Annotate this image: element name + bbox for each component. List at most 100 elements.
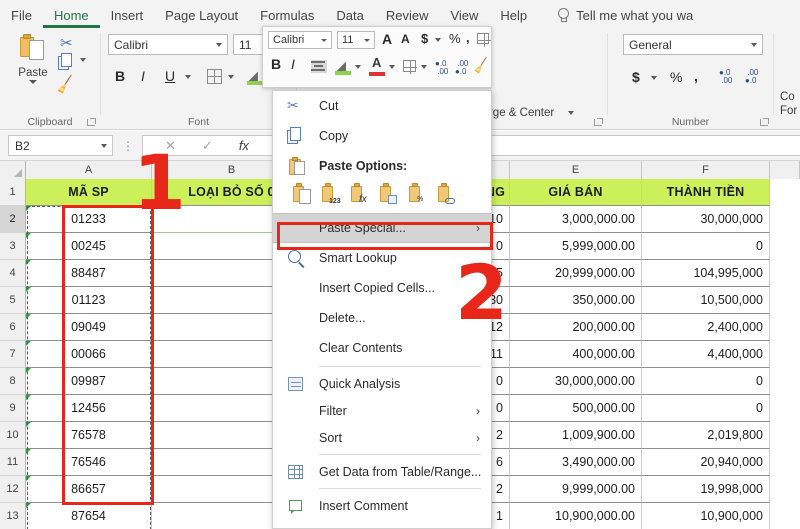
tab-review[interactable]: Review: [375, 6, 440, 28]
chevron-down-icon[interactable]: [364, 39, 370, 42]
bold-button[interactable]: B: [115, 68, 125, 84]
cell-E2[interactable]: 3,000,000.00: [510, 206, 642, 233]
mini-shrink-font-button[interactable]: A: [401, 32, 410, 46]
cell-F6[interactable]: 2,400,000: [642, 314, 770, 341]
tab-help[interactable]: Help: [489, 6, 538, 28]
cell-E10[interactable]: 1,009,900.00: [510, 422, 642, 449]
cell-A8[interactable]: 09987: [26, 368, 152, 395]
cell-F7[interactable]: 4,400,000: [642, 341, 770, 368]
chevron-down-icon[interactable]: [321, 39, 327, 42]
row-header-9[interactable]: 9: [0, 395, 26, 422]
row-header-2[interactable]: 2: [0, 206, 26, 233]
italic-button[interactable]: I: [141, 68, 145, 84]
mini-italic-button[interactable]: I: [291, 56, 295, 72]
cell-F3[interactable]: 0: [642, 233, 770, 260]
clipboard-dialog-launcher[interactable]: [87, 118, 96, 127]
row-header-12[interactable]: 12: [0, 476, 26, 503]
chevron-down-icon[interactable]: [29, 80, 37, 84]
mini-decrease-decimal-icon[interactable]: .00 ●.0: [455, 60, 468, 76]
mini-font-size-input[interactable]: 11: [337, 31, 375, 49]
font-name-input[interactable]: Calibri: [108, 34, 228, 55]
row-header-10[interactable]: 10: [0, 422, 26, 449]
tab-view[interactable]: View: [439, 6, 489, 28]
tab-formulas[interactable]: Formulas: [249, 6, 325, 28]
currency-chevron-icon[interactable]: [651, 76, 657, 80]
paste-button[interactable]: Paste: [10, 32, 56, 84]
mini-fill-chevron-icon[interactable]: [355, 65, 361, 69]
paste-all-icon[interactable]: [291, 183, 312, 205]
tab-page-layout[interactable]: Page Layout: [154, 6, 249, 28]
borders-icon[interactable]: [207, 69, 222, 84]
tab-insert[interactable]: Insert: [100, 6, 155, 28]
paste-link-icon[interactable]: [436, 183, 457, 205]
cell-A7[interactable]: 00066: [26, 341, 152, 368]
menu-item-cut[interactable]: ✂ Cut: [273, 91, 491, 121]
menu-item-sort[interactable]: Sort ›: [273, 424, 491, 451]
row-header-1[interactable]: 1: [0, 179, 26, 206]
cell-E8[interactable]: 30,000,000.00: [510, 368, 642, 395]
underline-chevron-icon[interactable]: [185, 75, 191, 79]
row-header-3[interactable]: 3: [0, 233, 26, 260]
mini-currency-button[interactable]: $: [421, 31, 428, 46]
paste-values-icon[interactable]: 123: [320, 183, 341, 205]
cell-F10[interactable]: 2,019,800: [642, 422, 770, 449]
name-box[interactable]: B2: [8, 135, 113, 156]
cell-E13[interactable]: 10,900,000.00: [510, 503, 642, 529]
chevron-down-icon[interactable]: [751, 43, 757, 47]
copy-chevron-icon[interactable]: [80, 58, 86, 62]
paste-transpose-icon[interactable]: %: [407, 183, 428, 205]
tell-me-box[interactable]: Tell me what you wa: [556, 8, 693, 28]
cell-E12[interactable]: 9,999,000.00: [510, 476, 642, 503]
cell-A12[interactable]: 86657: [26, 476, 152, 503]
paste-formatting-icon[interactable]: [378, 183, 399, 205]
cell-E3[interactable]: 5,999,000.00: [510, 233, 642, 260]
column-header-f[interactable]: F: [642, 161, 770, 179]
mini-font-name-input[interactable]: Calibri: [268, 31, 332, 49]
mini-borders-icon[interactable]: [477, 33, 491, 47]
menu-item-paste-special[interactable]: Paste Special... ›: [273, 213, 491, 243]
cell-A9[interactable]: 12456: [26, 395, 152, 422]
cell-F1[interactable]: THÀNH TIỀN: [642, 179, 770, 206]
mini-fill-color-icon[interactable]: ◢: [335, 58, 352, 75]
cell-A4[interactable]: 88487: [26, 260, 152, 287]
mini-font-color-icon[interactable]: A: [369, 55, 386, 76]
borders-chevron-icon[interactable]: [228, 75, 234, 79]
row-header-13[interactable]: 13: [0, 503, 26, 529]
cell-E11[interactable]: 3,490,000.00: [510, 449, 642, 476]
menu-item-get-data[interactable]: Get Data from Table/Range...: [273, 458, 491, 485]
mini-grow-font-button[interactable]: A: [382, 31, 392, 47]
alignment-dialog-launcher[interactable]: [594, 118, 603, 127]
menu-item-filter[interactable]: Filter ›: [273, 397, 491, 424]
row-header-7[interactable]: 7: [0, 341, 26, 368]
mini-bold-button[interactable]: B: [271, 56, 281, 72]
number-format-select[interactable]: General: [623, 34, 763, 55]
cell-F4[interactable]: 104,995,000: [642, 260, 770, 287]
select-all-corner[interactable]: [0, 161, 26, 179]
mini-merge-icon[interactable]: [403, 60, 417, 74]
menu-item-clear-contents[interactable]: Clear Contents: [273, 333, 491, 363]
conditional-formatting-button[interactable]: Co For: [780, 90, 797, 118]
cut-icon[interactable]: ✂: [60, 34, 73, 52]
cell-E7[interactable]: 400,000.00: [510, 341, 642, 368]
mini-percent-button[interactable]: %: [449, 31, 461, 46]
cell-A13[interactable]: 87654: [26, 503, 152, 529]
row-header-6[interactable]: 6: [0, 314, 26, 341]
currency-button[interactable]: $: [632, 69, 640, 85]
tab-home[interactable]: Home: [42, 6, 100, 28]
cell-E4[interactable]: 20,999,000.00: [510, 260, 642, 287]
column-header-e[interactable]: E: [510, 161, 642, 179]
cell-A6[interactable]: 09049: [26, 314, 152, 341]
row-header-5[interactable]: 5: [0, 287, 26, 314]
cell-E6[interactable]: 200,000.00: [510, 314, 642, 341]
menu-item-quick-analysis[interactable]: Quick Analysis: [273, 370, 491, 397]
merge-chevron-icon[interactable]: [568, 111, 574, 115]
mini-increase-decimal-icon[interactable]: ●.0 .00: [435, 60, 448, 76]
menu-item-insert-comment[interactable]: Insert Comment: [273, 492, 491, 519]
cell-A5[interactable]: 01123: [26, 287, 152, 314]
chevron-down-icon[interactable]: [216, 43, 222, 47]
cell-E5[interactable]: 350,000.00: [510, 287, 642, 314]
cell-F9[interactable]: 0: [642, 395, 770, 422]
insert-function-icon[interactable]: fx: [239, 138, 249, 153]
mini-format-painter-icon[interactable]: 🧹: [472, 56, 491, 75]
row-header-11[interactable]: 11: [0, 449, 26, 476]
